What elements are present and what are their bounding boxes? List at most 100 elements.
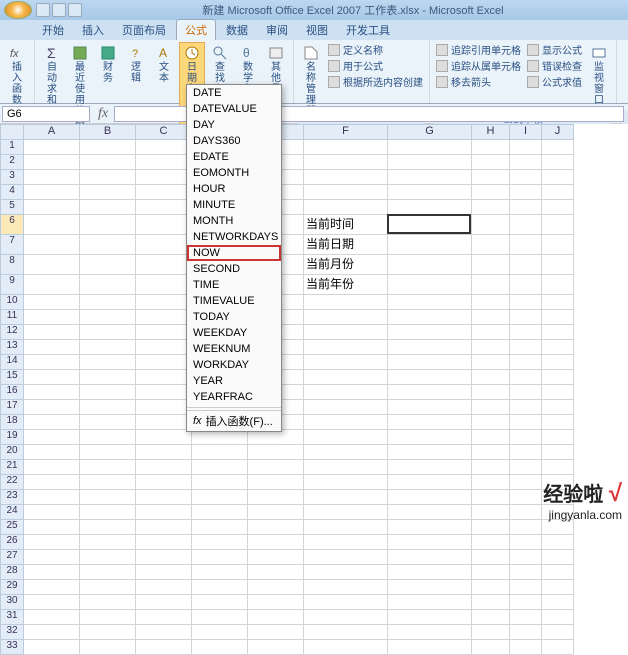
cell-B11[interactable] [80, 310, 136, 325]
cell-B18[interactable] [80, 415, 136, 430]
cell-G6[interactable] [388, 215, 472, 235]
cell-J4[interactable] [542, 185, 574, 200]
cell-B5[interactable] [80, 200, 136, 215]
row-header[interactable]: 19 [0, 430, 24, 445]
row-header[interactable]: 31 [0, 610, 24, 625]
cell-E22[interactable] [248, 475, 304, 490]
row-header[interactable]: 21 [0, 460, 24, 475]
row-header[interactable]: 2 [0, 155, 24, 170]
cell-J16[interactable] [542, 385, 574, 400]
cell-C2[interactable] [136, 155, 192, 170]
cell-B12[interactable] [80, 325, 136, 340]
cell-H24[interactable] [472, 505, 510, 520]
dropdown-item-weekday[interactable]: WEEKDAY [187, 325, 281, 341]
cell-I17[interactable] [510, 400, 542, 415]
cell-B25[interactable] [80, 520, 136, 535]
cell-B8[interactable] [80, 255, 136, 275]
cell-F13[interactable] [304, 340, 388, 355]
cell-F29[interactable] [304, 580, 388, 595]
cell-I16[interactable] [510, 385, 542, 400]
cell-E23[interactable] [248, 490, 304, 505]
cell-C31[interactable] [136, 610, 192, 625]
row-header[interactable]: 13 [0, 340, 24, 355]
cell-G7[interactable] [388, 235, 472, 255]
cell-D24[interactable] [192, 505, 248, 520]
cell-J17[interactable] [542, 400, 574, 415]
cell-B9[interactable] [80, 275, 136, 295]
trace-precedents-item[interactable]: 追踪引用单元格 [434, 42, 523, 57]
cell-D21[interactable] [192, 460, 248, 475]
cell-D25[interactable] [192, 520, 248, 535]
cell-I27[interactable] [510, 550, 542, 565]
cell-F30[interactable] [304, 595, 388, 610]
cell-I30[interactable] [510, 595, 542, 610]
calc-options-button[interactable]: 计算选项 [621, 42, 628, 109]
dropdown-insert-fn[interactable]: fx插入函数(F)... [187, 410, 281, 431]
cell-G30[interactable] [388, 595, 472, 610]
cell-G16[interactable] [388, 385, 472, 400]
cell-B33[interactable] [80, 640, 136, 655]
tab-view[interactable]: 视图 [298, 20, 336, 40]
cell-I13[interactable] [510, 340, 542, 355]
cell-H12[interactable] [472, 325, 510, 340]
cell-F16[interactable] [304, 385, 388, 400]
dropdown-item-now[interactable]: NOW [187, 245, 281, 261]
cell-F18[interactable] [304, 415, 388, 430]
cell-I6[interactable] [510, 215, 542, 235]
row-header[interactable]: 4 [0, 185, 24, 200]
row-header[interactable]: 26 [0, 535, 24, 550]
row-header[interactable]: 1 [0, 140, 24, 155]
dropdown-item-yearfrac[interactable]: YEARFRAC [187, 389, 281, 405]
cell-A32[interactable] [24, 625, 80, 640]
insert-function-button[interactable]: fx 插入函数 [4, 42, 30, 109]
cell-D32[interactable] [192, 625, 248, 640]
cell-I3[interactable] [510, 170, 542, 185]
cell-I26[interactable] [510, 535, 542, 550]
cell-H22[interactable] [472, 475, 510, 490]
cell-I28[interactable] [510, 565, 542, 580]
cell-H31[interactable] [472, 610, 510, 625]
cell-J27[interactable] [542, 550, 574, 565]
cell-B26[interactable] [80, 535, 136, 550]
cell-C23[interactable] [136, 490, 192, 505]
cell-C33[interactable] [136, 640, 192, 655]
cell-F14[interactable] [304, 355, 388, 370]
dropdown-item-today[interactable]: TODAY [187, 309, 281, 325]
row-header[interactable]: 11 [0, 310, 24, 325]
cell-I18[interactable] [510, 415, 542, 430]
cell-D20[interactable] [192, 445, 248, 460]
tab-review[interactable]: 审阅 [258, 20, 296, 40]
cell-A19[interactable] [24, 430, 80, 445]
cell-G31[interactable] [388, 610, 472, 625]
cell-F27[interactable] [304, 550, 388, 565]
row-header[interactable]: 27 [0, 550, 24, 565]
dropdown-item-time[interactable]: TIME [187, 277, 281, 293]
fx-label-icon[interactable]: fx [92, 106, 114, 122]
qat-undo-icon[interactable] [52, 3, 66, 17]
cell-F24[interactable] [304, 505, 388, 520]
cell-A16[interactable] [24, 385, 80, 400]
cell-A11[interactable] [24, 310, 80, 325]
cell-A22[interactable] [24, 475, 80, 490]
evaluate-item[interactable]: 公式求值 [525, 74, 584, 89]
cell-G23[interactable] [388, 490, 472, 505]
cell-H4[interactable] [472, 185, 510, 200]
cell-G28[interactable] [388, 565, 472, 580]
cell-H33[interactable] [472, 640, 510, 655]
cell-C17[interactable] [136, 400, 192, 415]
cell-E26[interactable] [248, 535, 304, 550]
use-in-formula-item[interactable]: 用于公式 [326, 58, 425, 73]
cell-I7[interactable] [510, 235, 542, 255]
cell-J6[interactable] [542, 215, 574, 235]
cell-F21[interactable] [304, 460, 388, 475]
cell-J3[interactable] [542, 170, 574, 185]
row-header[interactable]: 23 [0, 490, 24, 505]
cell-B20[interactable] [80, 445, 136, 460]
cell-E31[interactable] [248, 610, 304, 625]
cell-H7[interactable] [472, 235, 510, 255]
cell-B23[interactable] [80, 490, 136, 505]
select-all-corner[interactable] [0, 124, 24, 140]
cell-H16[interactable] [472, 385, 510, 400]
dropdown-item-timevalue[interactable]: TIMEVALUE [187, 293, 281, 309]
cell-J5[interactable] [542, 200, 574, 215]
